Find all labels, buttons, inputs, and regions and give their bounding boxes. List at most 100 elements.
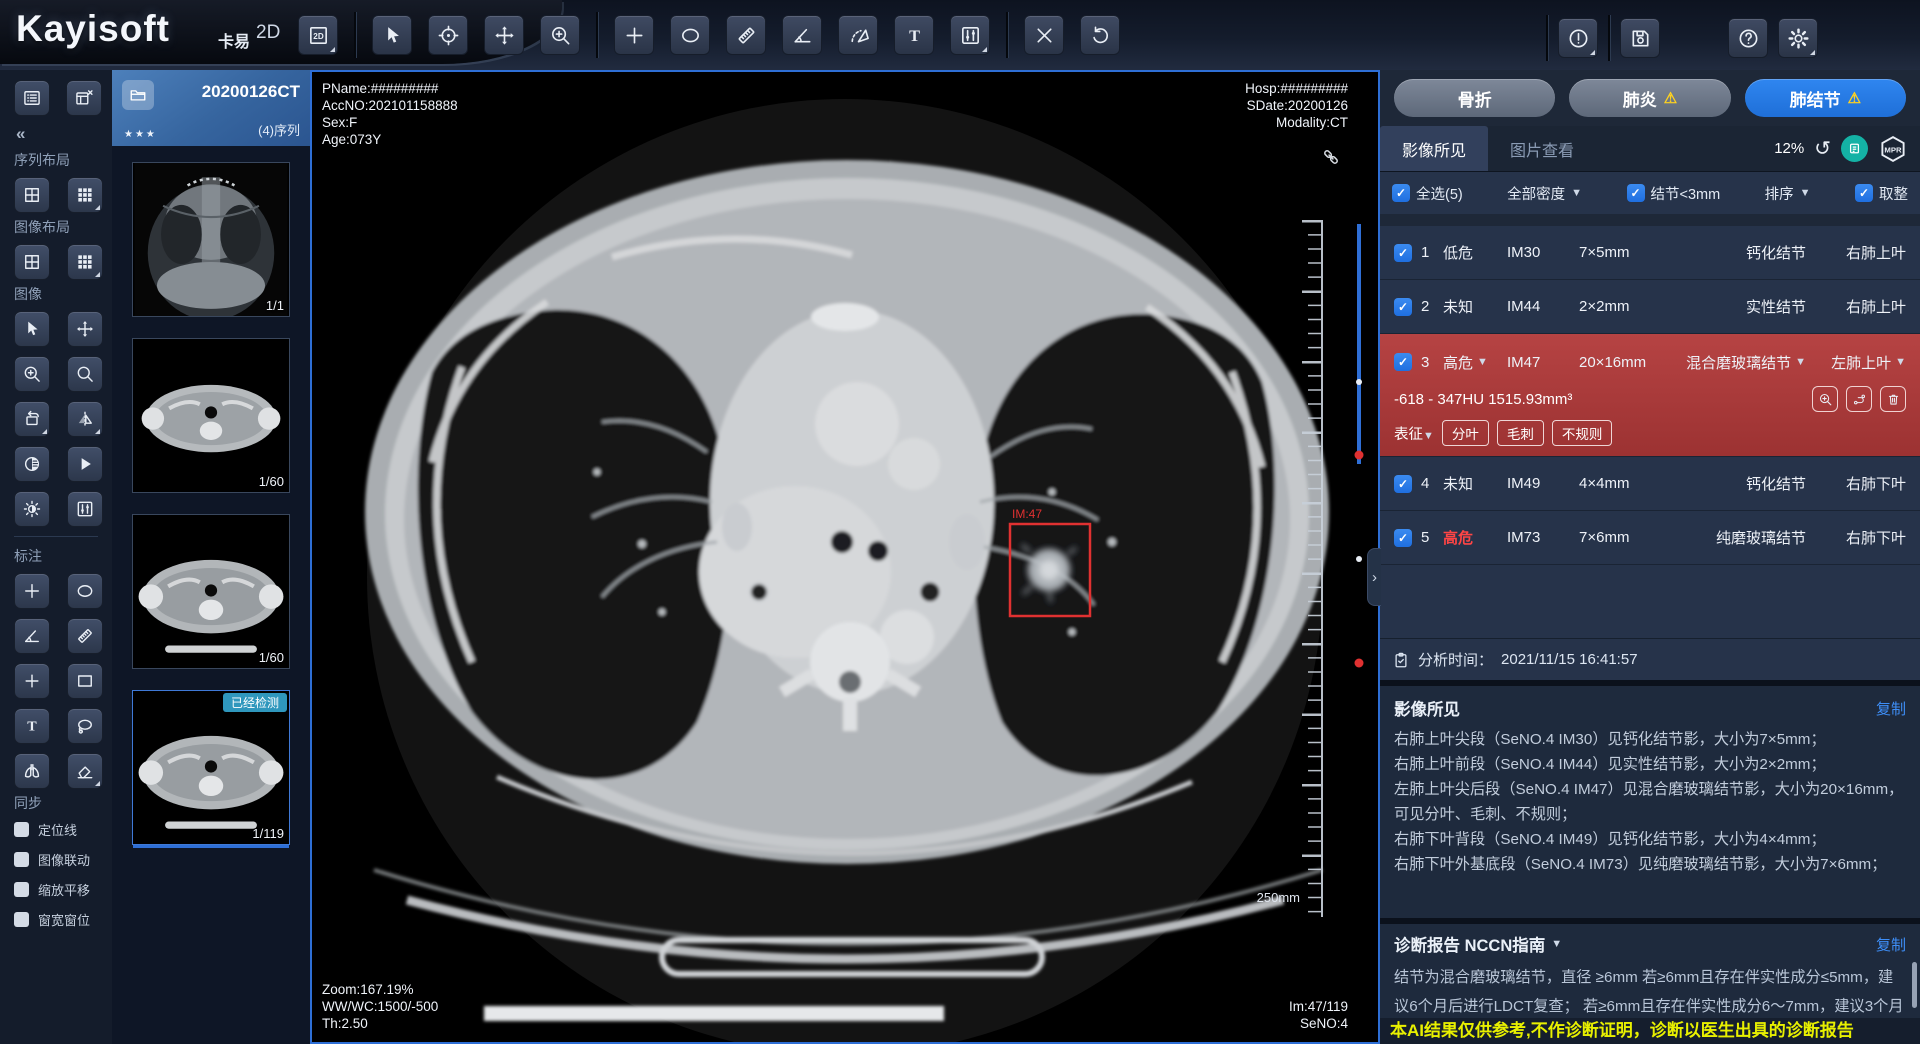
nodule-row-1[interactable]: ✓1低危IM307×5mm钙化结节右肺上叶	[1380, 226, 1920, 280]
checkbox-unchecked[interactable]	[14, 822, 29, 837]
checkbox-unchecked[interactable]	[14, 912, 29, 927]
text-annotation-button[interactable]: T	[14, 708, 50, 744]
ct-viewport[interactable]: IM:47 250mm PName:#########AccNO:2021011…	[310, 70, 1380, 1044]
nodule-row-5[interactable]: ✓5高危IM737×6mm纯磨玻璃结节右肺下叶	[1380, 511, 1920, 565]
tab-影像所见[interactable]: 影像所见	[1380, 126, 1488, 171]
sync-option-1[interactable]: 定位线	[14, 820, 112, 839]
settings-button[interactable]	[1778, 18, 1818, 58]
mpr-icon[interactable]: MPR	[1878, 134, 1908, 164]
nodule-checkbox[interactable]: ✓	[1394, 353, 1412, 371]
pan-button[interactable]	[484, 15, 524, 55]
locate-button[interactable]	[428, 15, 468, 55]
trait-tag[interactable]: 分叶	[1442, 420, 1489, 446]
select-button[interactable]	[372, 15, 412, 55]
series-thumbnail-4[interactable]: 已经检测1/119	[132, 690, 290, 845]
nodule-checkbox[interactable]: ✓	[1394, 475, 1412, 493]
chevron-down-icon[interactable]: ▼	[1551, 938, 1562, 950]
reset-button[interactable]	[1080, 15, 1120, 55]
warning-icon: ⚠	[1848, 89, 1861, 107]
nodule-row-3[interactable]: ✓3高危▼IM4720×16mm混合磨玻璃结节▼左肺上叶▼	[1380, 334, 1920, 384]
nodule-row-2[interactable]: ✓2未知IM442×2mm实性结节右肺上叶	[1380, 280, 1920, 334]
delete-nodule-button[interactable]	[1880, 386, 1906, 412]
crosshair-button[interactable]	[14, 573, 50, 609]
sync-option-3[interactable]: 缩放平移	[14, 880, 112, 899]
ai-category-肺结节[interactable]: 肺结节⚠	[1745, 79, 1906, 117]
small-nodule-checkbox[interactable]: ✓结节<3mm	[1627, 183, 1721, 204]
ct-image[interactable]: IM:47 250mm	[312, 72, 1378, 1042]
ellipse-measure-button[interactable]	[670, 15, 710, 55]
probe-button[interactable]	[614, 15, 654, 55]
lung-annotation-button[interactable]	[14, 753, 50, 789]
select-all-checkbox[interactable]: ✓全选(5)	[1392, 183, 1463, 204]
trait-tag[interactable]: 不规则	[1552, 420, 1613, 446]
nodule-checkbox[interactable]: ✓	[1394, 529, 1412, 547]
copy-report-button[interactable]: 复制	[1876, 934, 1906, 955]
help-button[interactable]	[1728, 18, 1768, 58]
alert-button[interactable]	[1558, 18, 1598, 58]
report-share-icon[interactable]	[1841, 135, 1868, 162]
cobb-angle-button[interactable]	[838, 15, 878, 55]
refresh-icon[interactable]: ↺	[1814, 139, 1831, 159]
length-measure-button[interactable]	[67, 618, 103, 654]
series-grid-2x2-button[interactable]	[14, 177, 50, 213]
series-thumbnail-2[interactable]: 1/60	[132, 338, 290, 493]
checkbox-unchecked[interactable]	[14, 852, 29, 867]
nodule-row-4[interactable]: ✓4未知IM494×4mm钙化结节右肺下叶	[1380, 457, 1920, 511]
rect-roi-button[interactable]	[67, 663, 103, 699]
cine-play-button[interactable]	[67, 446, 103, 482]
window-level-button[interactable]	[67, 491, 103, 527]
round-checkbox[interactable]: ✓取整	[1855, 183, 1908, 204]
worklist-button[interactable]	[14, 80, 50, 116]
pan-button[interactable]	[67, 311, 103, 347]
brightness-button[interactable]	[14, 491, 50, 527]
followup-compare-button[interactable]	[1846, 386, 1872, 412]
freehand-roi-button[interactable]	[67, 708, 103, 744]
ai-category-骨折[interactable]: 骨折	[1394, 79, 1555, 117]
rotate-button[interactable]	[14, 401, 50, 437]
nodule-checkbox[interactable]: ✓	[1394, 298, 1412, 316]
density-dropdown[interactable]: 全部密度▼	[1507, 183, 1582, 204]
study-header[interactable]: 20200126CT ★★★ (4)序列	[112, 70, 310, 146]
zoom-to-nodule-button[interactable]	[1812, 386, 1838, 412]
clear-annotations-button[interactable]	[1024, 15, 1064, 55]
sync-option-2[interactable]: 图像联动	[14, 850, 112, 869]
link-series-icon[interactable]	[1320, 146, 1342, 168]
magnify-button[interactable]	[67, 356, 103, 392]
zoom-in-button[interactable]	[540, 15, 580, 55]
trait-dropdown[interactable]: 表征▼	[1394, 423, 1434, 444]
analysis-time-label: 分析时间：	[1418, 649, 1493, 670]
nodule-checkbox[interactable]: ✓	[1394, 244, 1412, 262]
image-grid-2x2-button[interactable]	[14, 244, 50, 280]
series-grid-3x3-button[interactable]	[67, 177, 103, 213]
zoom-in-button[interactable]	[14, 356, 50, 392]
nodule-card-selected[interactable]: ✓3高危▼IM4720×16mm混合磨玻璃结节▼左肺上叶▼-618 - 347H…	[1380, 334, 1920, 457]
ai-category-肺炎[interactable]: 肺炎⚠	[1569, 79, 1730, 117]
series-thumbnail-3[interactable]: 1/60	[132, 514, 290, 669]
close-series-button[interactable]	[66, 80, 102, 116]
angle-measure-button[interactable]	[14, 618, 50, 654]
invert-button[interactable]	[14, 446, 50, 482]
image-grid-3x3-button[interactable]	[67, 244, 103, 280]
angle-measure-button[interactable]	[782, 15, 822, 55]
trait-tag[interactable]: 毛刺	[1497, 420, 1544, 446]
layout-2d-button[interactable]: 2D	[298, 15, 338, 55]
ellipse-roi-button[interactable]	[67, 573, 103, 609]
text-annotation-button[interactable]: T	[894, 15, 934, 55]
window-level-button[interactable]	[950, 15, 990, 55]
copy-findings-button[interactable]: 复制	[1876, 698, 1906, 719]
eraser-button[interactable]	[67, 753, 103, 789]
flip-button[interactable]	[67, 401, 103, 437]
series-thumbnail-1[interactable]: 1/1	[132, 162, 290, 317]
select-button[interactable]	[14, 311, 50, 347]
sync-option-4[interactable]: 窗宽窗位	[14, 910, 112, 929]
tab-图片查看[interactable]: 图片查看	[1488, 126, 1596, 171]
sort-dropdown[interactable]: 排序▼	[1765, 183, 1811, 204]
collapse-sidebar-button[interactable]: «	[16, 124, 112, 144]
report-scrollbar[interactable]	[1912, 962, 1917, 1008]
checkbox-unchecked[interactable]	[14, 882, 29, 897]
length-measure-button[interactable]	[726, 15, 766, 55]
point-marker-button[interactable]	[14, 663, 50, 699]
save-button[interactable]	[1620, 18, 1660, 58]
nodule-list: ✓1低危IM307×5mm钙化结节右肺上叶✓2未知IM442×2mm实性结节右肺…	[1380, 226, 1920, 638]
collapse-panel-handle[interactable]: ›	[1367, 548, 1381, 606]
